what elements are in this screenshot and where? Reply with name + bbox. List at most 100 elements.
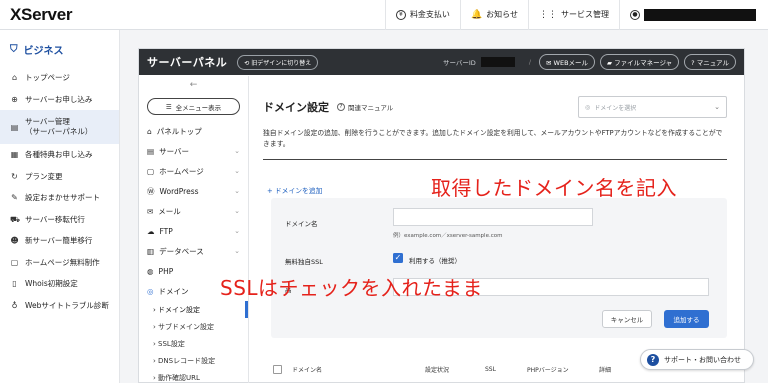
add-button[interactable]: 追加する [664, 310, 709, 328]
webmail-button[interactable]: ✉ WEBメール [539, 54, 596, 70]
pnav-sub-label: › DNSレコード設定 [153, 356, 216, 365]
server-id-label: サーバーID [442, 59, 476, 67]
file-manager-button[interactable]: ▰ ファイルマネージャ [600, 54, 680, 70]
sidebar-item-plan-change[interactable]: ↻ プラン変更 [0, 166, 119, 188]
pnav-item-panel-top[interactable]: ⌂ パネルトップ [139, 121, 248, 141]
pnav-sub-dns[interactable]: › DNSレコード設定 [139, 352, 248, 369]
pnav-sub-test-url[interactable]: › 動作確認URL [139, 369, 248, 383]
server-icon: ▤ [147, 146, 155, 156]
panel-title: サーバーパネル [147, 56, 228, 69]
sidebar-item-label: サーバーお申し込み [25, 94, 93, 104]
ssl-checkbox[interactable]: ✓ [393, 253, 403, 263]
sidebar-item-server-management[interactable]: ▤ サーバー管理 （サーバーパネル） [0, 110, 119, 144]
sidebar-item-label: 各種特典お申し込み [25, 150, 93, 160]
sidebar-item-benefits[interactable]: ▦ 各種特典お申し込み [0, 144, 119, 166]
notice-link[interactable]: 🔔 お知らせ [459, 0, 528, 30]
refresh-icon: ↻ [11, 171, 18, 181]
plus-circle-icon: ⊕ [11, 94, 18, 104]
payment-link[interactable]: ¥ 料金支払い [384, 0, 460, 30]
domain-name-input[interactable] [393, 208, 593, 226]
domain-select[interactable]: ◎ ドメインを選択 ⌄ [578, 96, 727, 118]
switch-design-button[interactable]: ⟲ 旧デザインに切り替え [237, 54, 319, 70]
sidebar-item-label: Webサイトトラブル診断 [25, 300, 109, 310]
chevron-down-icon: ⌄ [234, 167, 240, 175]
server-panel-sublabel: （サーバーパネル） [25, 127, 93, 136]
th-php: PHPバージョン [527, 366, 569, 374]
pnav-label: パネルトップ [156, 126, 202, 136]
bell-icon: 🔔 [470, 9, 483, 20]
ssl-checkbox-label: 利用する（推奨） [409, 257, 461, 265]
manual-button[interactable]: ? マニュアル [684, 54, 736, 70]
all-menu-button[interactable]: ☰ 全メニュー表示 [147, 98, 240, 115]
related-manual-link[interactable]: ? 関連マニュアル [337, 102, 393, 112]
pnav-sub-text: サブドメイン設定 [158, 322, 215, 331]
sidebar-item-whois[interactable]: ▯ Whois初期設定 [0, 273, 119, 295]
pnav-item-homepage[interactable]: ▢ ホームページ ⌄ [139, 161, 248, 181]
payment-label: 料金支払い [409, 10, 450, 19]
chevron-down-icon: ⌄ [234, 227, 240, 235]
manual-label: マニュアル [696, 59, 729, 67]
back-arrow-icon[interactable]: ← [139, 80, 248, 92]
gift-icon: ▦ [10, 150, 19, 160]
account-menu[interactable]: ● [619, 0, 768, 30]
sidebar-item-migration[interactable]: ⛟ サーバー移転代行 [0, 209, 119, 231]
pnav-item-ftp[interactable]: ☁ FTP ⌄ [139, 221, 248, 241]
sidebar-item-setup-support[interactable]: ✎ 設定おまかせサポート [0, 187, 119, 209]
pnav-item-server[interactable]: ▤ サーバー ⌄ [139, 141, 248, 161]
all-menu-label: 全メニュー表示 [175, 103, 222, 112]
support-button[interactable]: ? サポート・お問い合わせ [640, 349, 754, 370]
home-icon: ⌂ [11, 73, 18, 83]
pnav-label: ドメイン [158, 286, 189, 296]
pnav-item-database[interactable]: ▥ データベース ⌄ [139, 241, 248, 261]
pnav-sub-domain-settings[interactable]: › ドメイン設定 [139, 301, 248, 318]
pnav-sub-label: › SSL設定 [153, 339, 185, 348]
pnav-label: FTP [159, 226, 173, 236]
help-icon: ? [337, 103, 345, 111]
yen-icon: ¥ [395, 9, 406, 20]
sidebar-item-top[interactable]: ⌂ トップページ [0, 67, 119, 89]
webmail-label: WEBメール [553, 59, 589, 67]
server-icon: ▤ [10, 122, 19, 132]
sidebar-header: ⛉ ビジネス [0, 30, 119, 67]
add-domain-form: ドメイン名 例）example.com／xserver-sample.com 無… [271, 198, 727, 338]
sidebar-item-label: ホームページ無料制作 [25, 257, 100, 267]
sidebar-item-site-diagnosis[interactable]: ♁ Webサイトトラブル診断 [0, 295, 119, 317]
annotation-enter-domain: 取得したドメイン名を記入 [431, 176, 677, 200]
sidebar-item-label: Whois初期設定 [25, 279, 78, 289]
browser-icon: ▢ [147, 166, 155, 176]
php-icon: ◍ [147, 266, 154, 276]
server-id-redacted [480, 57, 515, 67]
question-icon: ? [647, 353, 659, 366]
account-name-redacted [644, 8, 756, 21]
page-title: ドメイン設定 [263, 101, 329, 114]
select-all-checkbox[interactable] [273, 364, 282, 374]
pnav-label: PHP [158, 266, 174, 276]
pnav-item-wordpress[interactable]: Ⓦ WordPress ⌄ [139, 181, 248, 201]
add-domain-tab[interactable]: + ドメインを追加 [267, 185, 322, 195]
pnav-sub-ssl[interactable]: › SSL設定 [139, 335, 248, 352]
xserver-logo[interactable]: XServer [10, 5, 72, 25]
service-management-link[interactable]: ⋮⋮ サービス管理 [528, 0, 619, 30]
sidebar-item-easy-migration[interactable]: ☻ 新サーバー簡単移行 [0, 230, 119, 252]
panel-nav: ← ☰ 全メニュー表示 ⌂ パネルトップ ▤ サーバー ⌄ ▢ ホームページ ⌄… [139, 76, 249, 383]
menu-icon: ☰ [165, 102, 172, 111]
database-icon: ▥ [147, 246, 155, 256]
pnav-sub-subdomain[interactable]: › サブドメイン設定 [139, 318, 248, 335]
pnav-item-mail[interactable]: ✉ メール ⌄ [139, 201, 248, 221]
chevron-down-icon: ⌄ [234, 147, 240, 155]
service-management-label: サービス管理 [561, 10, 609, 19]
cancel-button[interactable]: キャンセル [602, 310, 652, 328]
document-icon: ▯ [12, 279, 17, 289]
sidebar-item-free-homepage[interactable]: ▢ ホームページ無料制作 [0, 252, 119, 274]
sidebar: ⛉ ビジネス ⌂ トップページ ⊕ サーバーお申し込み ▤ サーバー管理 （サー… [0, 30, 120, 383]
sidebar-item-server-apply[interactable]: ⊕ サーバーお申し込み [0, 89, 119, 111]
pnav-label: メール [158, 206, 181, 216]
server-management-label: サーバー管理 [25, 117, 70, 126]
sidebar-item-label: プラン変更 [25, 171, 63, 181]
cloud-icon: ☁ [147, 226, 155, 236]
sidebar-item-label: サーバー管理 （サーバーパネル） [25, 117, 92, 137]
pnav-sub-text: ドメイン設定 [158, 305, 201, 314]
browser-icon: ▢ [10, 257, 19, 267]
pnav-label: ホームページ [159, 166, 204, 176]
sidebar-item-label: 設定おまかせサポート [25, 193, 100, 203]
